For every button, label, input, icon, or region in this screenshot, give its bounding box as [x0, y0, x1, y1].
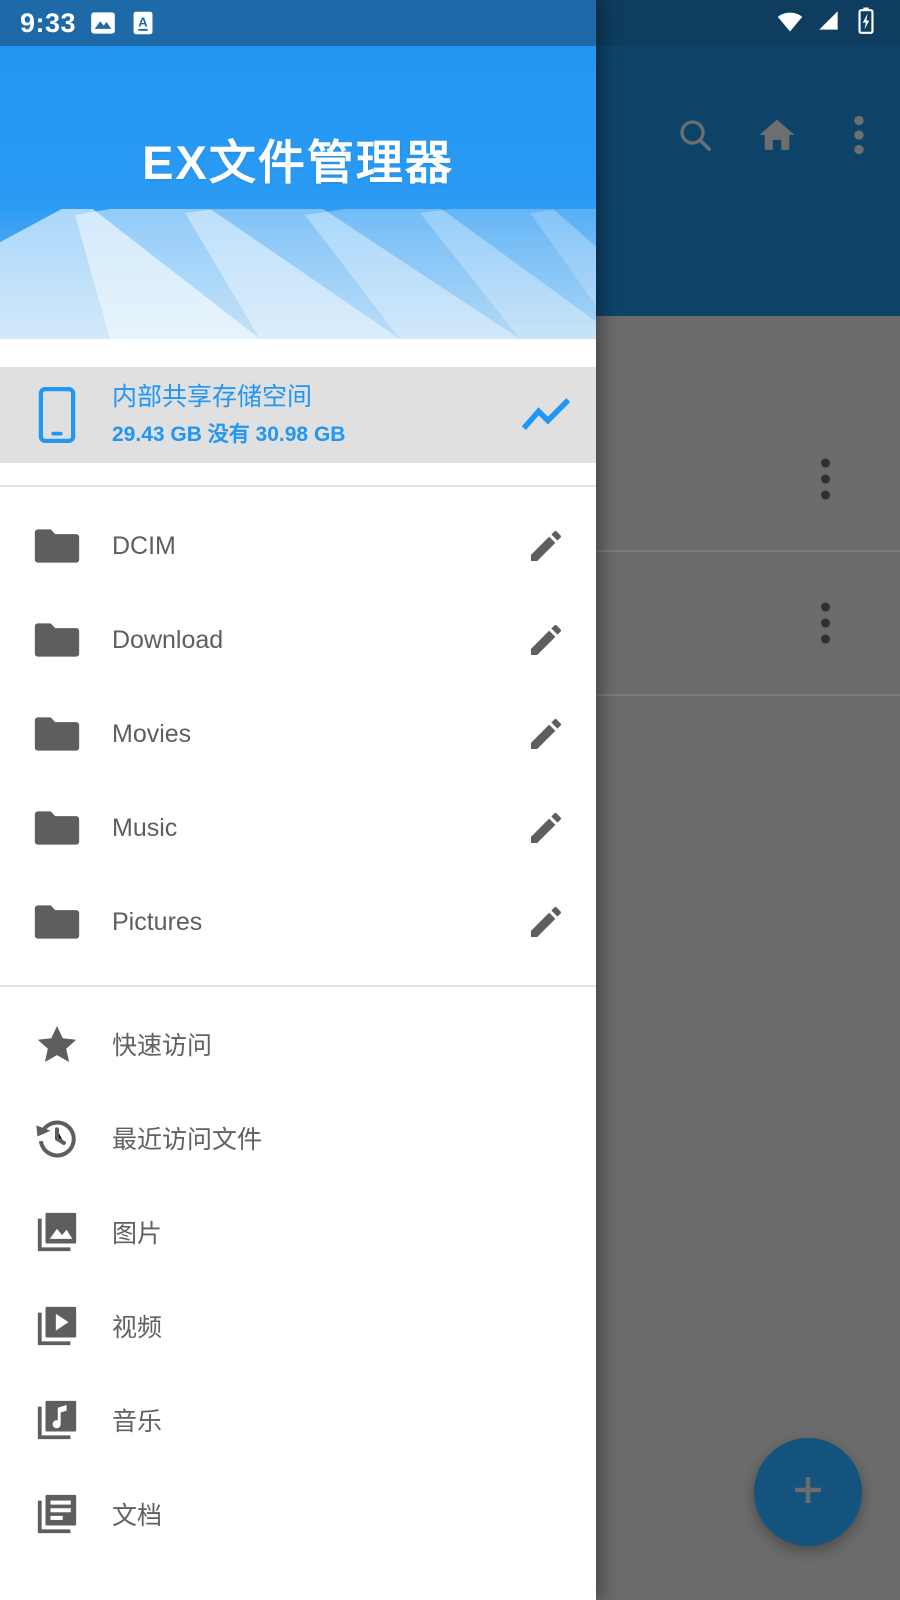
edit-pencil-icon[interactable]: [516, 620, 576, 660]
document-library-icon: [26, 1491, 88, 1537]
divider: [0, 485, 596, 487]
folder-list: DCIM Download Movies Music Pictures: [0, 499, 596, 969]
section-spacer: [0, 969, 596, 985]
navigation-drawer: EX文件管理器 内部共享存储空间 29.43 GB 没有 30.98 GB DC…: [0, 0, 596, 1600]
edit-pencil-icon[interactable]: [516, 808, 576, 848]
sidebar-item-label: 最近访问文件: [112, 1126, 263, 1154]
sidebar-item-recent-files[interactable]: 最近访问文件: [0, 1091, 596, 1185]
ribbon-decoration: [0, 209, 596, 339]
statusbar: 9:33 A: [0, 0, 596, 46]
edit-pencil-icon[interactable]: [516, 526, 576, 566]
star-icon: [26, 1021, 88, 1067]
storage-summary-item[interactable]: 内部共享存储空间 29.43 GB 没有 30.98 GB: [0, 367, 596, 463]
list-item-label: Pictures: [112, 907, 203, 936]
storage-subtitle: 29.43 GB 没有 30.98 GB: [112, 423, 346, 446]
phone-icon: [26, 387, 88, 443]
list-item-label: DCIM: [112, 531, 176, 560]
sidebar-item-label: 音乐: [112, 1408, 163, 1436]
list-item[interactable]: DCIM: [0, 499, 596, 593]
folder-icon: [26, 715, 88, 753]
folder-icon: [26, 621, 88, 659]
sidebar-item-music[interactable]: 音乐: [0, 1373, 596, 1467]
edit-pencil-icon[interactable]: [516, 714, 576, 754]
sidebar-item-label: 图片: [112, 1220, 163, 1248]
battery-charging-icon: [854, 7, 878, 40]
drawer-header: EX文件管理器: [0, 46, 596, 339]
sidebar-item-label: 视频: [112, 1314, 163, 1342]
wifi-icon: [776, 7, 804, 40]
sidebar-item-label: 文档: [112, 1502, 163, 1530]
background-appbar-actions: [672, 112, 882, 158]
storage-spacer: [0, 463, 596, 485]
home-icon[interactable]: [754, 112, 800, 158]
list-item[interactable]: Music: [0, 781, 596, 875]
storage-title: 内部共享存储空间: [112, 383, 313, 411]
edit-pencil-icon[interactable]: [516, 902, 576, 942]
folder-icon: [26, 809, 88, 847]
folder-icon: [26, 527, 88, 565]
folder-icon: [26, 903, 88, 941]
add-fab-button[interactable]: [754, 1438, 862, 1546]
history-icon: [26, 1115, 88, 1161]
statusbar-clock: 9:33: [20, 7, 77, 38]
storage-text-block: 内部共享存储空间 29.43 GB 没有 30.98 GB: [88, 382, 516, 448]
music-library-icon: [26, 1397, 88, 1443]
text-input-icon: A: [130, 10, 156, 36]
sidebar-item-videos[interactable]: 视频: [0, 1279, 596, 1373]
overflow-menu-icon[interactable]: [836, 112, 882, 158]
screenshot-icon: [90, 10, 116, 36]
trending-up-icon[interactable]: [516, 397, 576, 433]
list-item-label: Music: [112, 813, 178, 842]
sidebar-item-quick-access[interactable]: 快速访问: [0, 997, 596, 1091]
overflow-menu-icon[interactable]: [821, 602, 830, 644]
search-icon[interactable]: [672, 112, 718, 158]
svg-text:A: A: [138, 15, 148, 30]
list-item[interactable]: Pictures: [0, 875, 596, 969]
shortcut-list: 快速访问 最近访问文件 图片 视频 音乐 文档: [0, 997, 596, 1561]
list-item[interactable]: Movies: [0, 687, 596, 781]
list-item-label: Movies: [112, 719, 192, 748]
sidebar-item-documents[interactable]: 文档: [0, 1467, 596, 1561]
list-item-label: Download: [112, 625, 224, 654]
page-title: EX文件管理器: [142, 136, 454, 189]
video-library-icon: [26, 1303, 88, 1349]
plus-icon: [784, 1466, 832, 1519]
photo-library-icon: [26, 1209, 88, 1255]
overflow-menu-icon[interactable]: [821, 458, 830, 500]
sidebar-item-label: 快速访问: [112, 1032, 213, 1060]
header-spacer: [0, 339, 596, 367]
cellular-signal-icon: [816, 8, 842, 39]
list-item[interactable]: Download: [0, 593, 596, 687]
divider: [0, 985, 596, 987]
sidebar-item-images[interactable]: 图片: [0, 1185, 596, 1279]
